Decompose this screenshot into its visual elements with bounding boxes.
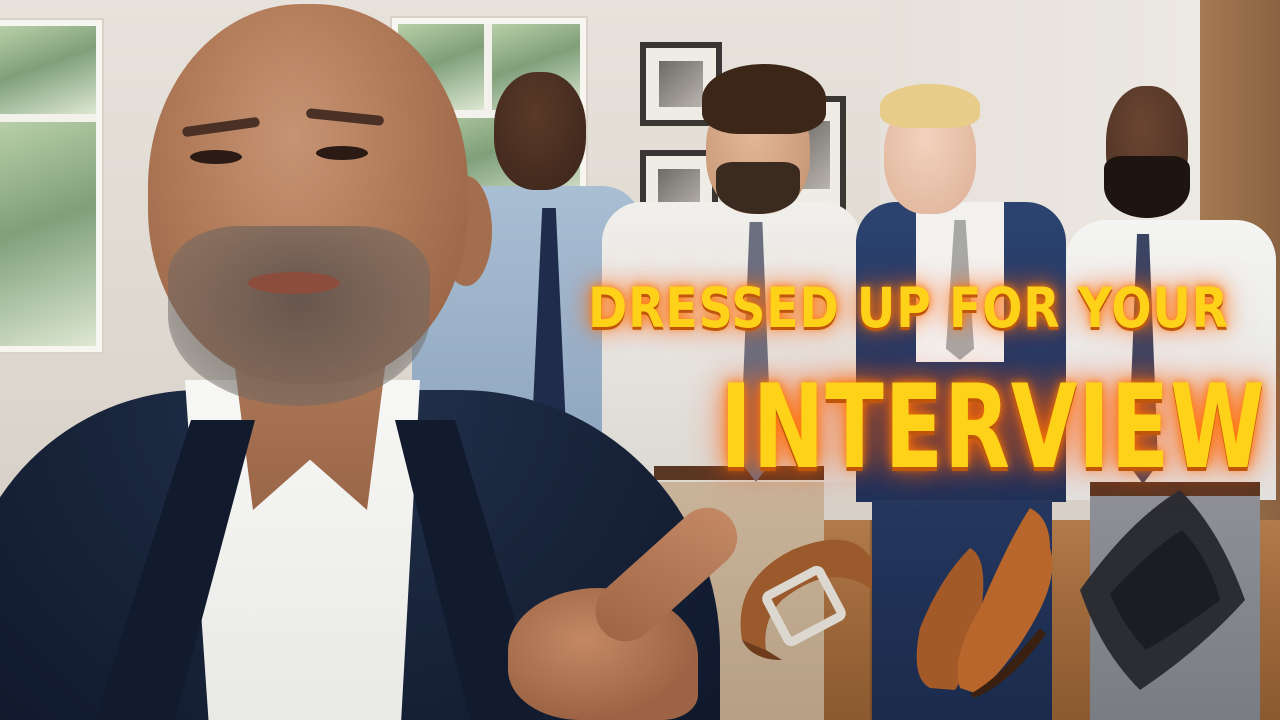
dress-shoes-icon xyxy=(900,508,1070,698)
host-beard xyxy=(168,226,430,406)
host-mouth xyxy=(248,272,340,294)
host-eye-left xyxy=(190,150,242,164)
headline-line-1: DRESSED UP FOR YOUR xyxy=(588,276,1229,340)
hat-icon xyxy=(1070,490,1250,690)
host-eye-right xyxy=(316,146,368,160)
headline: DRESSED UP FOR YOUR INTERVIEW xyxy=(588,266,1268,514)
thumbnail-canvas: DRESSED UP FOR YOUR INTERVIEW xyxy=(0,0,1280,720)
belt-icon xyxy=(722,520,892,670)
headline-line-2: INTERVIEW xyxy=(720,360,1266,495)
window-left xyxy=(0,20,102,352)
